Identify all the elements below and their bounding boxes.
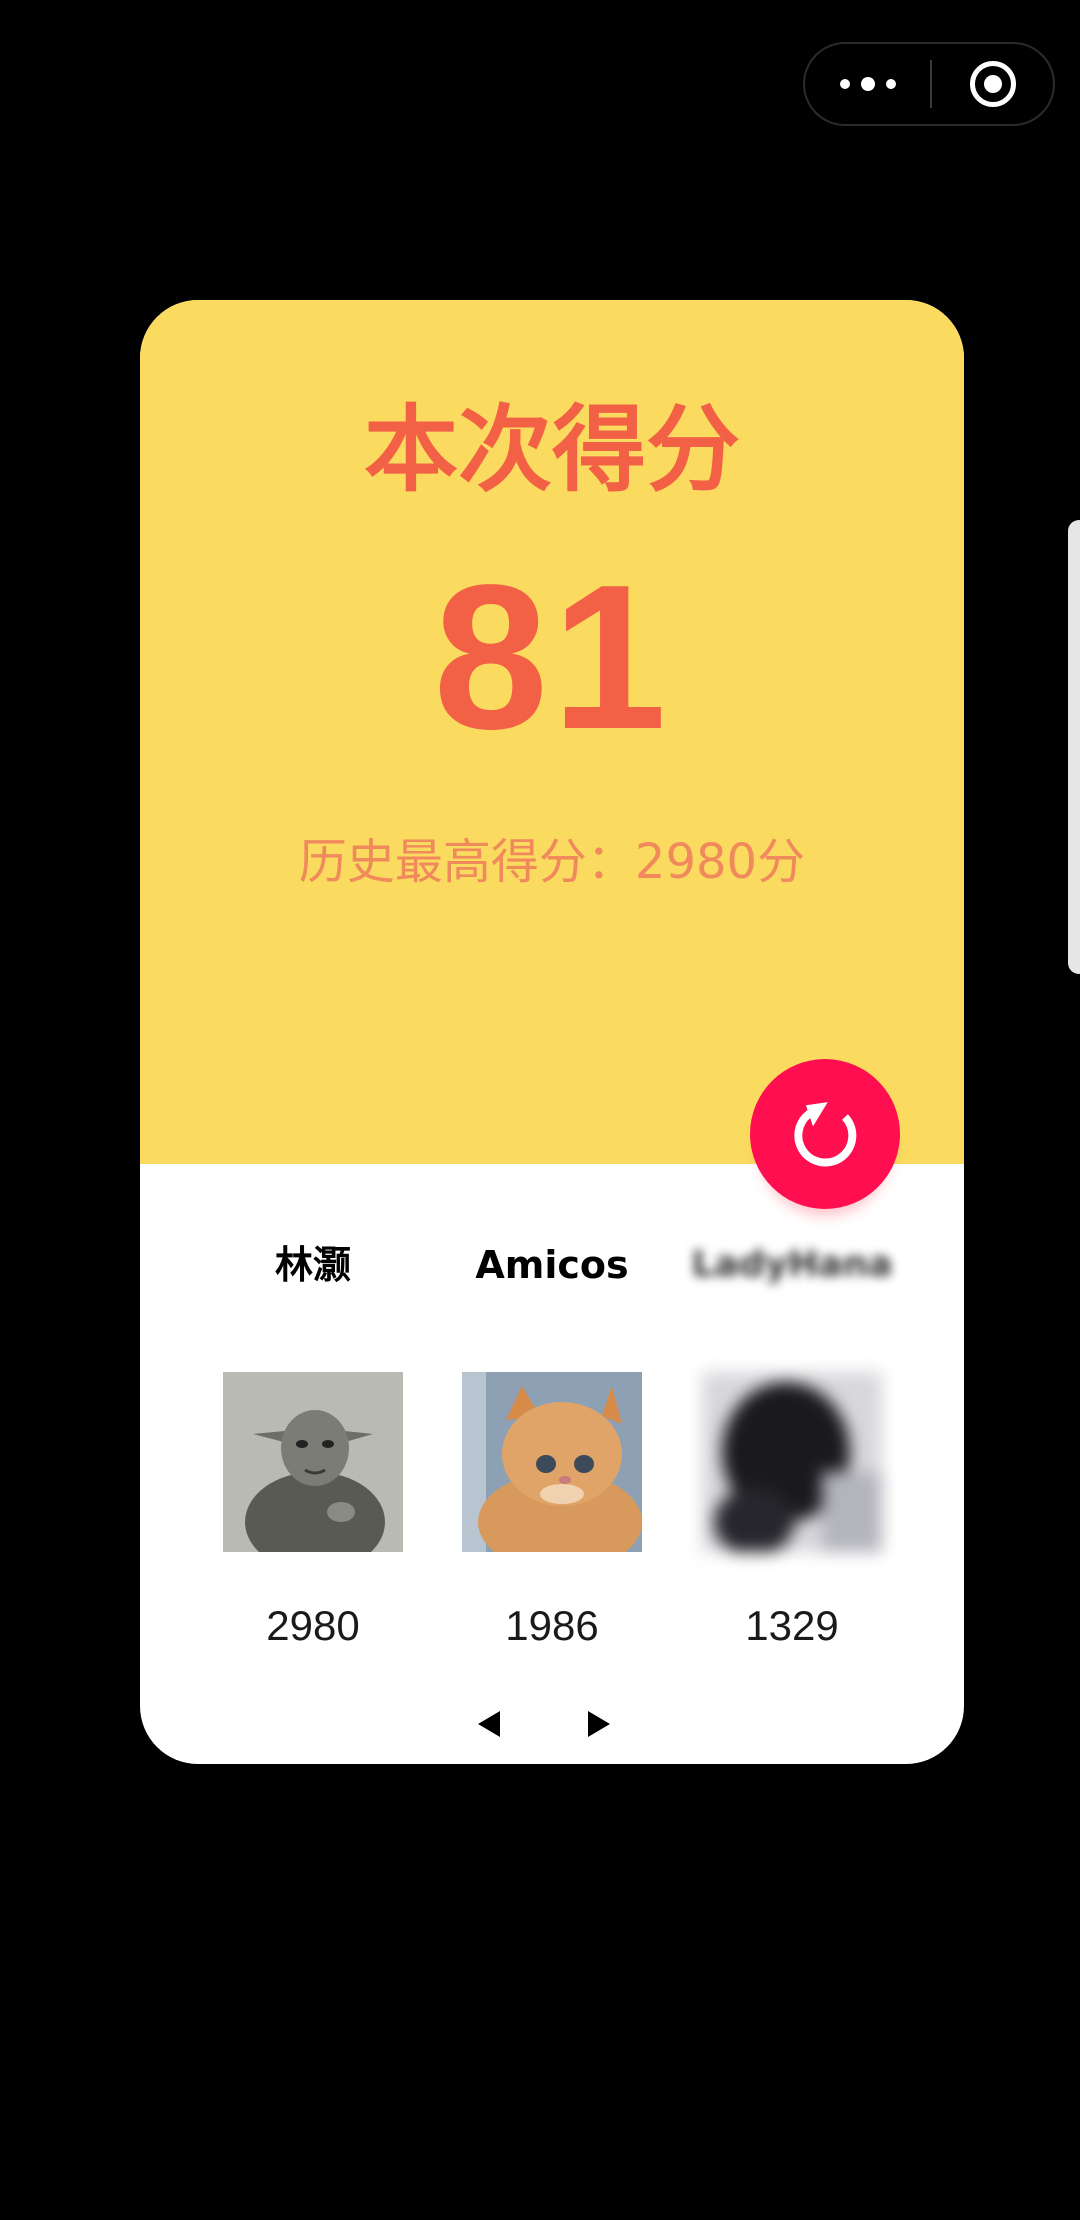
prev-page-button[interactable] [474, 1708, 504, 1740]
current-score: 81 [433, 542, 671, 772]
leaderboard-entry[interactable]: 林灏 2980 [193, 1232, 433, 1654]
player-score: 2980 [266, 1602, 360, 1649]
best-score: 历史最高得分：2980分 [298, 834, 806, 890]
leaderboard-pager [474, 1704, 614, 1744]
player-score: 1986 [505, 1602, 599, 1649]
player-avatar [223, 1372, 403, 1552]
target-circle-icon [969, 61, 1016, 107]
cat-photo [462, 1372, 642, 1552]
restart-button[interactable] [750, 1059, 900, 1209]
player-name: 林灏 [274, 1243, 351, 1287]
yoda-photo [223, 1372, 403, 1552]
triangle-right-icon [588, 1711, 610, 1737]
player-avatar [702, 1372, 882, 1552]
next-page-button[interactable] [584, 1708, 614, 1740]
leaderboard-entry[interactable]: LadyHana 1329 [672, 1232, 912, 1654]
more-dots-icon-center [860, 77, 875, 91]
player-name: Amicos [475, 1243, 629, 1287]
more-dots-icon [839, 79, 850, 89]
miniprogram-capsule [803, 42, 1055, 126]
score-title: 本次得分 [363, 396, 740, 505]
player-name: LadyHana [691, 1244, 893, 1285]
result-card: 本次得分 81 历史最高得分：2980分 林灏 2980 Amicos 1986… [140, 300, 964, 1764]
score-panel: 本次得分 81 历史最高得分：2980分 [140, 300, 964, 1164]
screen: 本次得分 81 历史最高得分：2980分 林灏 2980 Amicos 1986… [0, 0, 1080, 2220]
triangle-left-icon [478, 1711, 500, 1737]
edge-drag-handle[interactable] [1068, 520, 1080, 974]
more-dots-icon-right [885, 79, 896, 89]
restart-icon [794, 1102, 857, 1167]
player-score: 1329 [745, 1602, 839, 1649]
blurred-photo [702, 1372, 882, 1552]
close-button[interactable] [932, 44, 1053, 124]
leaderboard-entry[interactable]: Amicos 1986 [432, 1232, 672, 1654]
player-avatar [462, 1372, 642, 1552]
target-circle-icon-core [983, 75, 1002, 93]
more-button[interactable] [805, 44, 930, 124]
